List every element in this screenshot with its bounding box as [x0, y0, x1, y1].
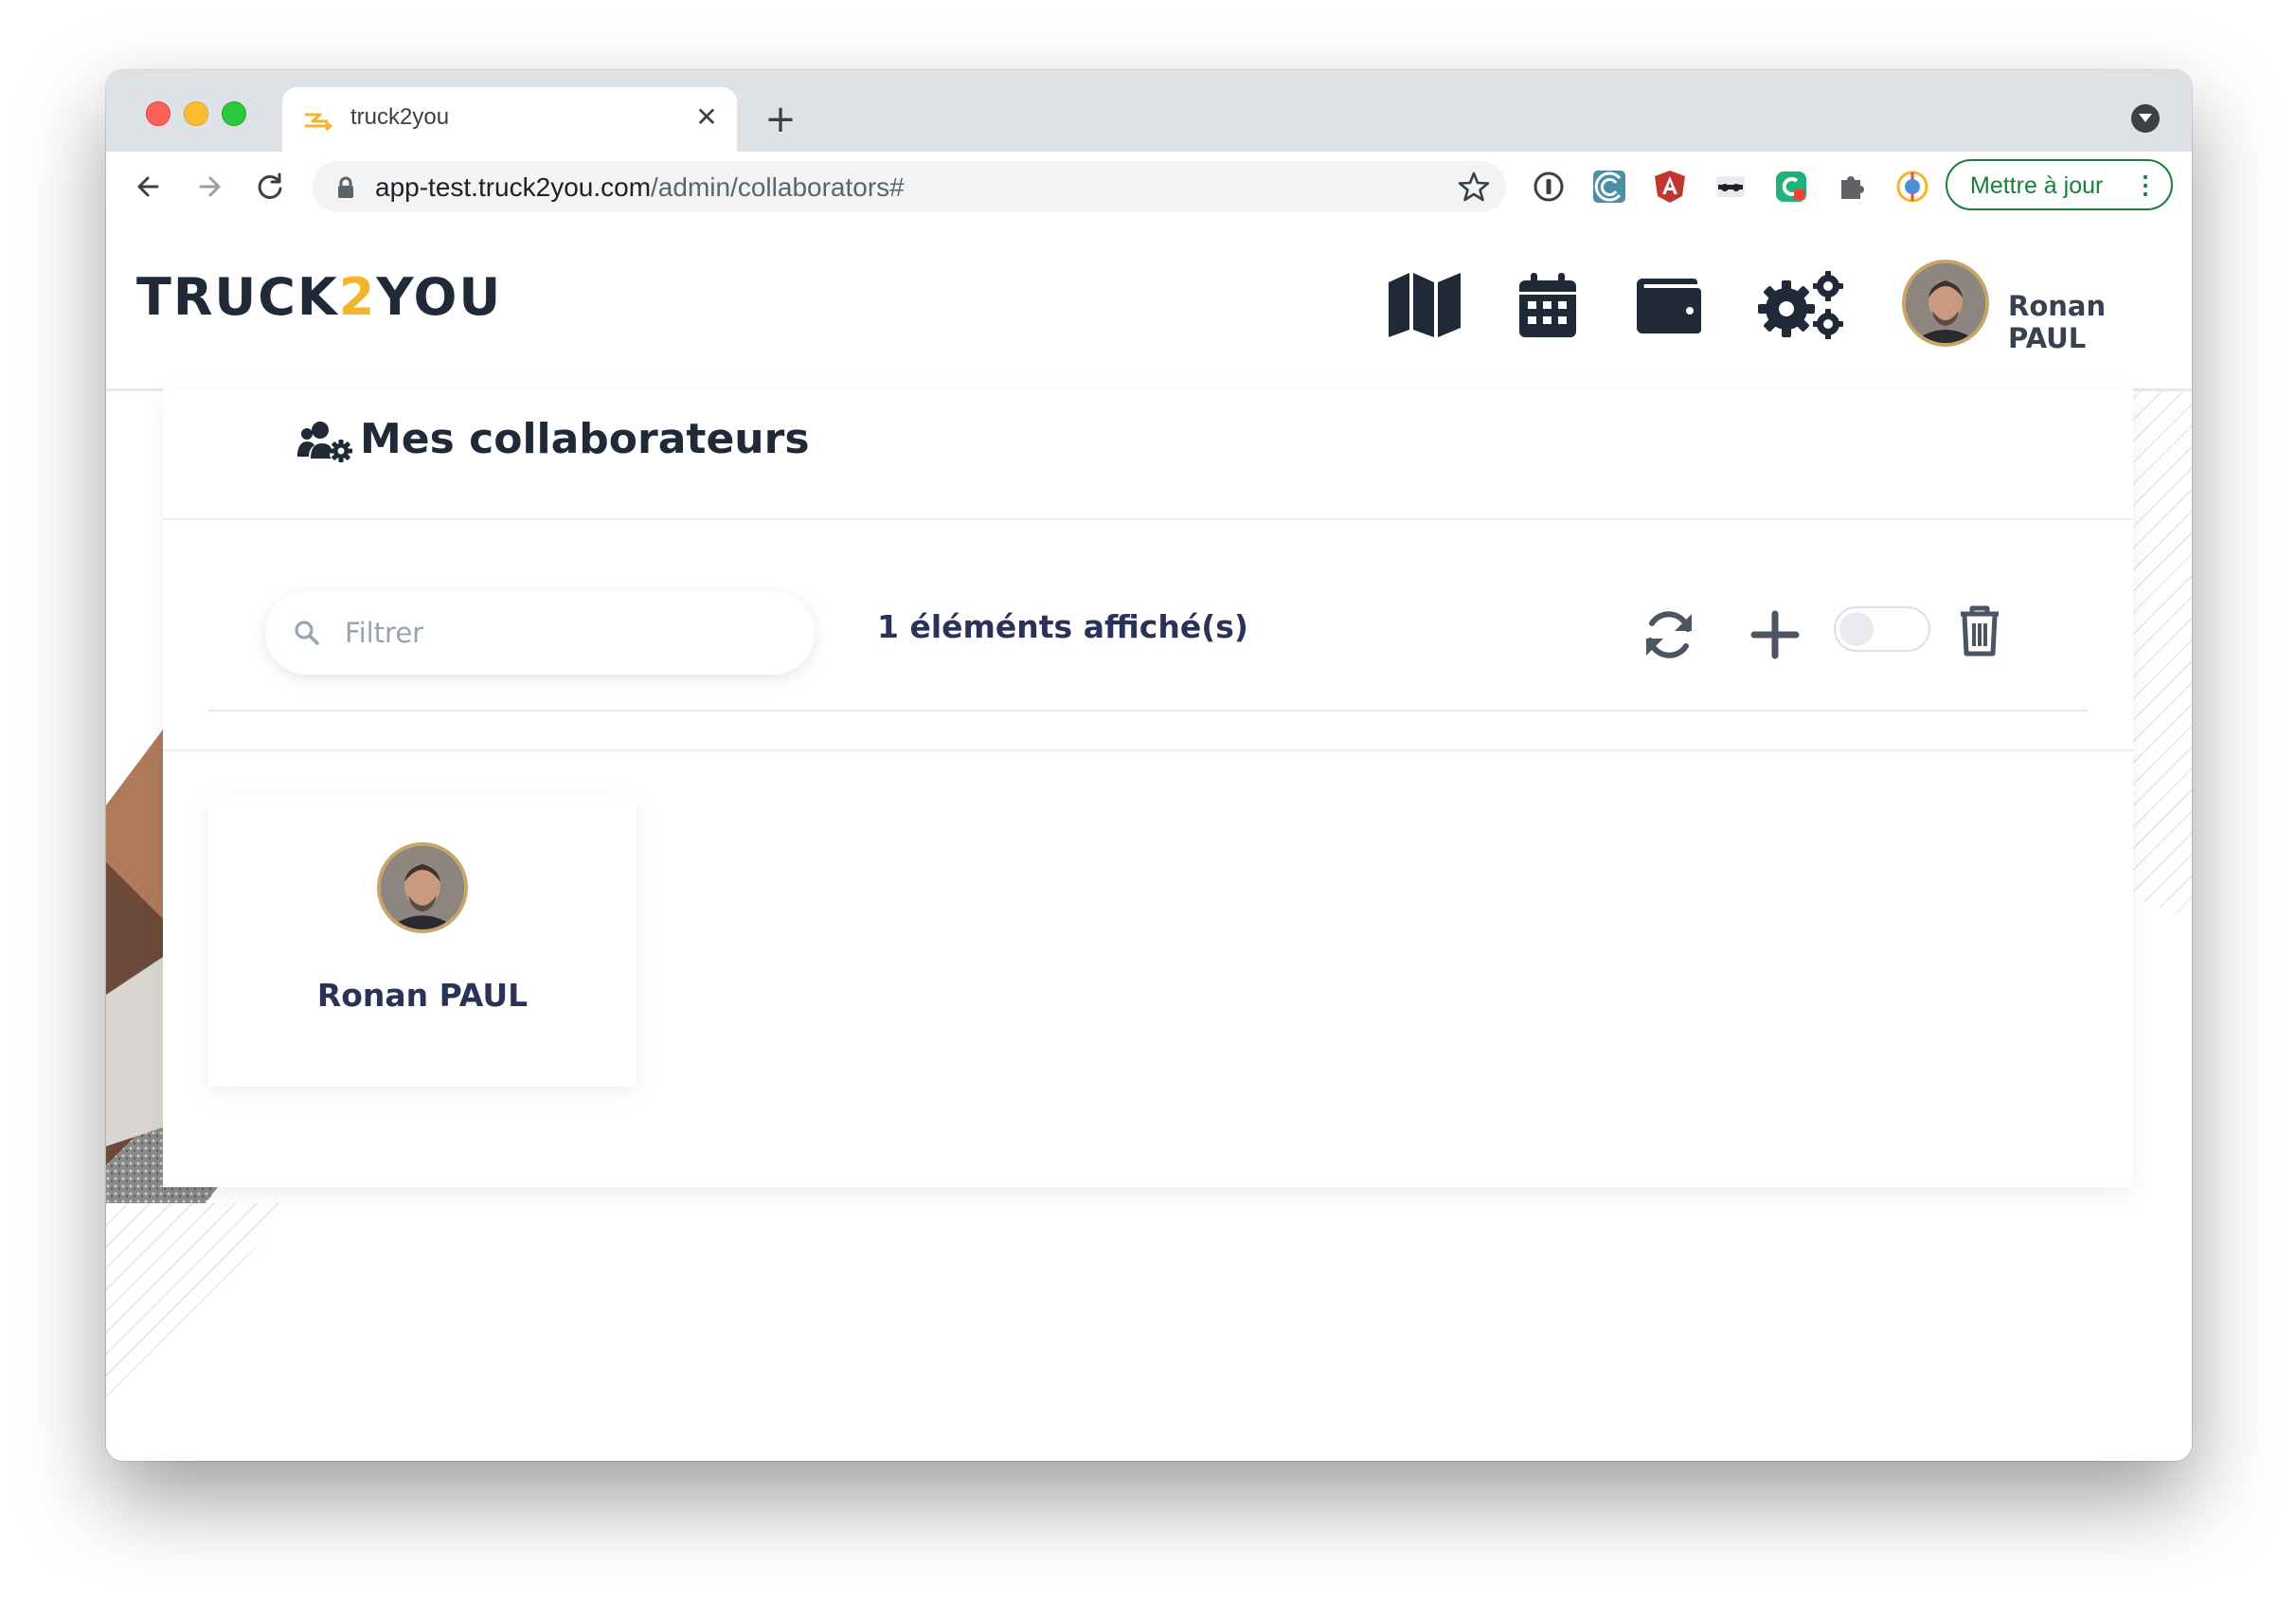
tab-close-icon[interactable]: ✕ — [690, 100, 724, 135]
update-button-label: Mettre à jour — [1970, 172, 2104, 199]
browser-toolbar: app-test.truck2you.com/admin/collaborato… — [106, 152, 2192, 224]
toggle-knob — [1839, 612, 1874, 646]
angular-extension-icon[interactable] — [1652, 169, 1688, 205]
trash-icon[interactable] — [1951, 603, 2008, 659]
green-lock-extension-icon[interactable] — [1773, 169, 1809, 205]
wave-extension-icon[interactable] — [1591, 169, 1627, 205]
browser-menu-icon[interactable]: ⋮ — [2133, 171, 2158, 200]
close-window-button[interactable] — [146, 101, 170, 126]
logo-truck: TRUCK — [136, 267, 339, 327]
truck2you-favicon-icon — [305, 113, 332, 131]
address-bar[interactable]: app-test.truck2you.com/admin/collaborato… — [313, 161, 1506, 212]
cogs-icon[interactable] — [1758, 271, 1845, 339]
arrow-left-icon — [137, 176, 159, 197]
back-button[interactable] — [129, 167, 169, 207]
displayed-count: 1 éléménts affiché(s) — [877, 608, 1249, 645]
minimize-window-button[interactable] — [184, 101, 208, 126]
filter-input[interactable] — [343, 608, 792, 657]
new-tab-button[interactable]: + — [760, 100, 801, 142]
incognito-extension-icon[interactable] — [1713, 169, 1749, 205]
tab-search-button[interactable] — [2131, 104, 2160, 133]
toolbar-divider — [208, 710, 2088, 711]
extensions-puzzle-icon[interactable] — [1834, 169, 1870, 205]
tab-title: truck2you — [350, 104, 450, 130]
collaborator-avatar — [377, 842, 468, 933]
reload-button[interactable] — [250, 167, 290, 207]
page-content: TRUCK2YOU Ronan PAUL Mes collaborateurs … — [106, 222, 2192, 1461]
section-divider — [163, 749, 2133, 751]
reload-icon — [258, 172, 282, 199]
browser-window: truck2you ✕ + app-test.truck2you.com/adm… — [106, 70, 2192, 1461]
url-path: /admin/collaborators# — [651, 172, 905, 202]
url-host: app-test.truck2you.com — [375, 172, 652, 202]
search-icon — [295, 621, 319, 645]
user-avatar[interactable] — [1902, 260, 1989, 347]
collaborators-panel: Mes collaborateurs 1 éléménts affiché(s) — [163, 388, 2133, 1187]
maximize-window-button[interactable] — [222, 101, 246, 126]
app-header: TRUCK2YOU Ronan PAUL — [106, 222, 2192, 391]
logo-you: YOU — [376, 267, 503, 327]
url-text: app-test.truck2you.com/admin/collaborato… — [375, 172, 905, 203]
map-icon[interactable] — [1387, 271, 1462, 339]
refresh-icon[interactable] — [1641, 606, 1697, 663]
collaborator-name: Ronan PAUL — [316, 977, 529, 1014]
bookmark-star-icon[interactable] — [1457, 170, 1491, 204]
chevron-down-icon — [2139, 114, 2152, 122]
tab-strip: truck2you ✕ + — [106, 70, 2192, 152]
collaborator-card[interactable]: Ronan PAUL — [208, 797, 637, 1087]
page-title: Mes collaborateurs — [296, 415, 810, 463]
lock-icon — [338, 176, 353, 198]
arrow-right-icon — [199, 176, 221, 197]
password-manager-extension-icon[interactable] — [1531, 169, 1567, 205]
truck2you-logo[interactable]: TRUCK2YOU — [136, 267, 502, 327]
calendar-icon[interactable] — [1517, 271, 1578, 339]
divider — [163, 518, 2133, 520]
user-name[interactable]: Ronan PAUL — [2008, 290, 2192, 354]
filter-field[interactable] — [265, 591, 815, 675]
wallet-icon[interactable] — [1635, 271, 1703, 339]
toggle-switch[interactable] — [1834, 606, 1930, 652]
user-photo — [1906, 263, 1985, 343]
logo-two: 2 — [338, 267, 377, 327]
plus-icon[interactable] — [1747, 606, 1803, 663]
profile-extension-icon[interactable] — [1894, 169, 1930, 205]
collaborator-photo — [381, 846, 464, 929]
forward-button[interactable] — [189, 167, 229, 207]
update-chrome-button[interactable]: Mettre à jour ⋮ — [1946, 159, 2173, 210]
page-title-text: Mes collaborateurs — [360, 415, 810, 463]
browser-tab[interactable]: truck2you ✕ — [282, 87, 737, 152]
